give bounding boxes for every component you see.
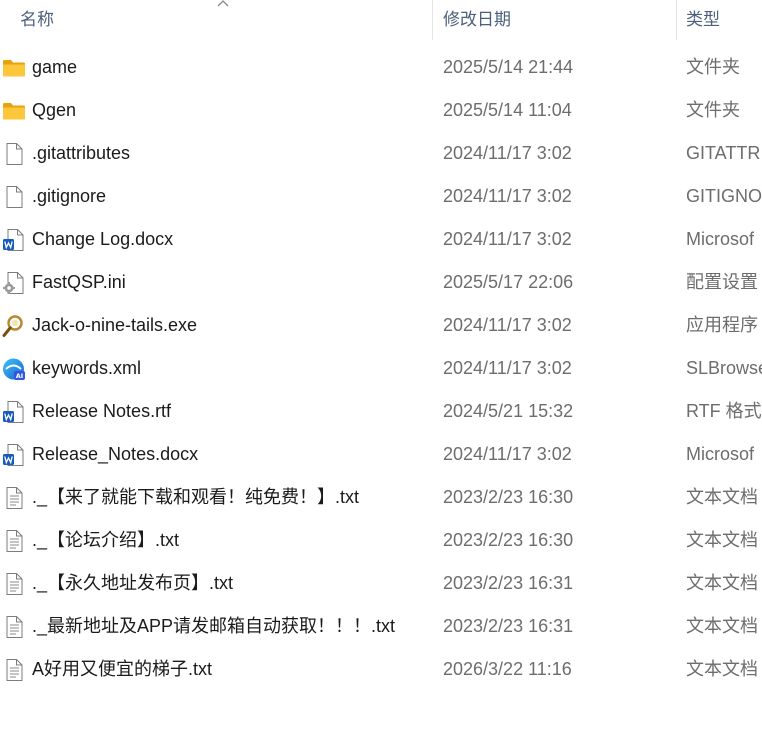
application-icon [2,314,26,338]
column-header-type[interactable]: 类型 [686,0,720,40]
file-date-modified: 2025/5/14 21:44 [443,57,574,77]
file-type: 文本文档 [686,573,758,593]
file-date-modified: 2026/3/22 11:16 [443,659,572,679]
file-name[interactable]: Qgen [32,89,76,132]
file-row[interactable]: AI keywords.xml 2024/11/17 3:02 SLBrowse [0,347,762,390]
chevron-up-icon[interactable] [216,0,230,8]
word-document-icon [2,443,26,467]
file-date-modified: 2024/11/17 3:02 [443,444,572,464]
file-row[interactable]: FastQSP.ini 2025/5/17 22:06 配置设置 [0,261,762,304]
file-date-modified: 2024/11/17 3:02 [443,143,572,163]
file-type: 文件夹 [686,100,740,120]
file-row[interactable]: ._【论坛介绍】.txt 2023/2/23 16:30 文本文档 [0,519,762,562]
file-type: GITIGNO [686,186,762,206]
file-name[interactable]: FastQSP.ini [32,261,126,304]
file-type: RTF 格式 [686,401,762,421]
text-file-icon [2,529,26,553]
word-document-icon [2,228,26,252]
column-header-name[interactable]: 名称 [20,0,54,40]
file-name[interactable]: Release Notes.rtf [32,390,171,433]
file-row[interactable]: .gitattributes 2024/11/17 3:02 GITATTRI [0,132,762,175]
column-header-date-modified[interactable]: 修改日期 [443,0,511,40]
file-row[interactable]: Jack-o-nine-tails.exe 2024/11/17 3:02 应用程序 [0,304,762,347]
text-file-icon [2,486,26,510]
file-explorer: 名称 修改日期 类型 game 2025/5/14 21:44 文件夹 Qgen 202… [0,0,762,735]
folder-icon [2,99,26,123]
file-row[interactable]: .gitignore 2024/11/17 3:02 GITIGNO [0,175,762,218]
file-type: 文本文档 [686,616,758,636]
file-row[interactable]: Release Notes.rtf 2024/5/21 15:32 RTF 格式 [0,390,762,433]
file-row[interactable]: Change Log.docx 2024/11/17 3:02 Microsof [0,218,762,261]
file-date-modified: 2024/11/17 3:02 [443,358,572,378]
file-row[interactable]: ._【永久地址发布页】.txt 2023/2/23 16:31 文本文档 [0,562,762,605]
file-row[interactable]: A好用又便宜的梯子.txt 2026/3/22 11:16 文本文档 [0,648,762,691]
file-row[interactable]: Qgen 2025/5/14 11:04 文件夹 [0,89,762,132]
file-date-modified: 2025/5/14 11:04 [443,100,572,120]
folder-icon [2,56,26,80]
file-type: 文本文档 [686,487,758,507]
file-row[interactable]: Release_Notes.docx 2024/11/17 3:02 Microso… [0,433,762,476]
file-name[interactable]: A好用又便宜的梯子.txt [32,648,212,691]
file-type: GITATTRI [686,143,762,163]
file-name[interactable]: ._【来了就能下载和观看！纯免费！】.txt [32,476,359,519]
column-divider[interactable] [676,0,677,40]
file-name[interactable]: Release_Notes.docx [32,433,198,476]
file-name[interactable]: ._【论坛介绍】.txt [32,519,179,562]
file-name[interactable]: keywords.xml [32,347,141,390]
file-date-modified: 2023/2/23 16:31 [443,573,574,593]
file-type: 配置设置 [686,272,758,292]
column-divider[interactable] [432,0,433,40]
file-row[interactable]: game 2025/5/14 21:44 文件夹 [0,46,762,89]
file-name[interactable]: ._最新地址及APP请发邮箱自动获取！！！.txt [32,605,395,648]
text-file-icon [2,615,26,639]
file-type: 文件夹 [686,57,740,77]
blank-file-icon [2,142,26,166]
settings-file-icon [2,271,26,295]
file-row[interactable]: ._【来了就能下载和观看！纯免费！】.txt 2023/2/23 16:30 文本文… [0,476,762,519]
file-date-modified: 2023/2/23 16:31 [443,616,574,636]
column-header-bar: 名称 修改日期 类型 [0,0,762,40]
file-name[interactable]: .gitignore [32,175,106,218]
word-document-icon [2,400,26,424]
file-name[interactable]: .gitattributes [32,132,130,175]
file-date-modified: 2025/5/17 22:06 [443,272,574,292]
file-date-modified: 2023/2/23 16:30 [443,487,574,507]
file-name[interactable]: ._【永久地址发布页】.txt [32,562,233,605]
file-type: Microsof [686,444,755,464]
svg-text:AI: AI [16,372,23,380]
file-name[interactable]: Jack-o-nine-tails.exe [32,304,197,347]
file-date-modified: 2024/11/17 3:02 [443,186,572,206]
file-type: 应用程序 [686,315,758,335]
file-type: SLBrowse [686,358,762,378]
file-type: 文本文档 [686,659,758,679]
file-list: game 2025/5/14 21:44 文件夹 Qgen 2025/5/14 11:0… [0,46,762,691]
text-file-icon [2,658,26,682]
file-date-modified: 2024/5/21 15:32 [443,401,574,421]
text-file-icon [2,572,26,596]
file-date-modified: 2023/2/23 16:30 [443,530,574,550]
browser-file-icon: AI [2,357,26,381]
blank-file-icon [2,185,26,209]
file-name[interactable]: game [32,46,77,89]
file-date-modified: 2024/11/17 3:02 [443,229,572,249]
file-date-modified: 2024/11/17 3:02 [443,315,572,335]
file-type: 文本文档 [686,530,758,550]
file-row[interactable]: ._最新地址及APP请发邮箱自动获取！！！.txt 2023/2/23 16:31… [0,605,762,648]
file-name[interactable]: Change Log.docx [32,218,173,261]
file-type: Microsof [686,229,755,249]
